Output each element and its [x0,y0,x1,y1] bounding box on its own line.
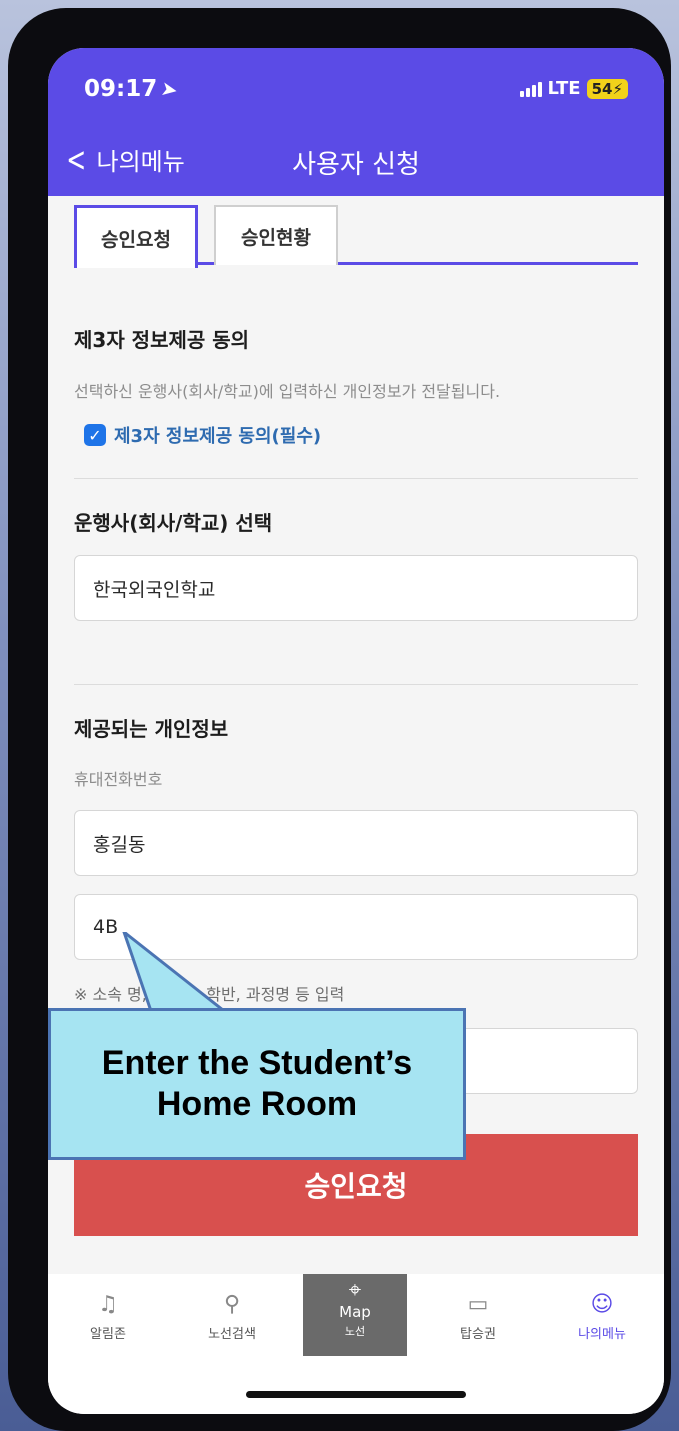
consent-section-title: 제3자 정보제공 동의 [74,328,250,352]
app-screen: 09:17 ➤ LTE 54⚡ < 나의메뉴 사용자 신청 승인요청 승인현황 제… [48,48,664,1414]
consent-checkbox-row[interactable]: ✓ 제3자 정보제공 동의(필수) [84,422,321,448]
operator-selected-value: 한국외국인학교 [93,578,216,601]
signal-icon [519,81,542,97]
nav-my-menu-label: 나의메뉴 [578,1327,626,1342]
nav-route-search[interactable]: ⚲ 노선검색 [180,1292,284,1342]
instruction-callout: Enter the Student’s Home Room [48,1008,466,1160]
bus-search-icon: ⚲ [223,1292,241,1317]
callout-pointer [122,932,228,1014]
section-divider [74,684,638,685]
tab-approval-request[interactable]: 승인요청 [74,205,198,268]
bell-icon: ♫ [98,1292,118,1317]
location-arrow-icon: ➤ [159,75,180,103]
section-divider [74,478,638,479]
nav-route-search-label: 노선검색 [208,1327,256,1342]
nav-my-menu[interactable]: ☺ 나의메뉴 [550,1292,654,1342]
phone-label: 휴대전화번호 [74,770,163,789]
home-indicator [246,1391,466,1398]
nav-alarm-label: 알림존 [90,1327,126,1342]
status-time-text: 09:17 [84,76,158,102]
nav-map[interactable]: ⌖ Map 노선 [303,1274,407,1356]
nav-ticket[interactable]: ▭ 탑승권 [426,1292,530,1342]
network-type: LTE [547,78,581,99]
consent-checkbox-label: 제3자 정보제공 동의(필수) [114,426,322,447]
status-time: 09:17 ➤ [84,75,180,103]
ticket-icon: ▭ [467,1292,489,1317]
name-value: 홍길동 [93,833,146,856]
map-pin-icon: ⌖ [348,1278,362,1303]
operator-section-title: 운행사(회사/학교) 선택 [74,511,273,535]
consent-description: 선택하신 운행사(회사/학교)에 입력하신 개인정보가 전달됩니다. [74,382,501,401]
status-indicators: LTE 54⚡ [519,78,628,99]
battery-level: 54 [591,79,613,98]
user-menu-icon: ☺ [590,1292,614,1317]
battery-icon: 54⚡ [586,78,628,99]
name-field[interactable]: 홍길동 [74,810,638,876]
callout-text: Enter the Student’s Home Room [101,1044,413,1123]
operator-select-field[interactable]: 한국외국인학교 [74,555,638,621]
nav-map-sublabel: 노선 [344,1325,366,1338]
page-title: 사용자 신청 [292,150,420,180]
checkbox-checked-icon[interactable]: ✓ [84,424,106,446]
tab-approval-status[interactable]: 승인현황 [214,205,338,265]
app-header: 09:17 ➤ LTE 54⚡ < 나의메뉴 사용자 신청 [48,48,664,196]
tab-bar: 승인요청 승인현황 [74,205,638,268]
homeroom-value: 4B [93,916,119,938]
nav-alarm[interactable]: ♫ 알림존 [56,1292,160,1342]
nav-ticket-label: 탑승권 [460,1327,496,1342]
phone-frame: 09:17 ➤ LTE 54⚡ < 나의메뉴 사용자 신청 승인요청 승인현황 제… [8,8,671,1431]
personal-info-section-title: 제공되는 개인정보 [74,717,229,741]
nav-map-label: Map [339,1303,371,1321]
